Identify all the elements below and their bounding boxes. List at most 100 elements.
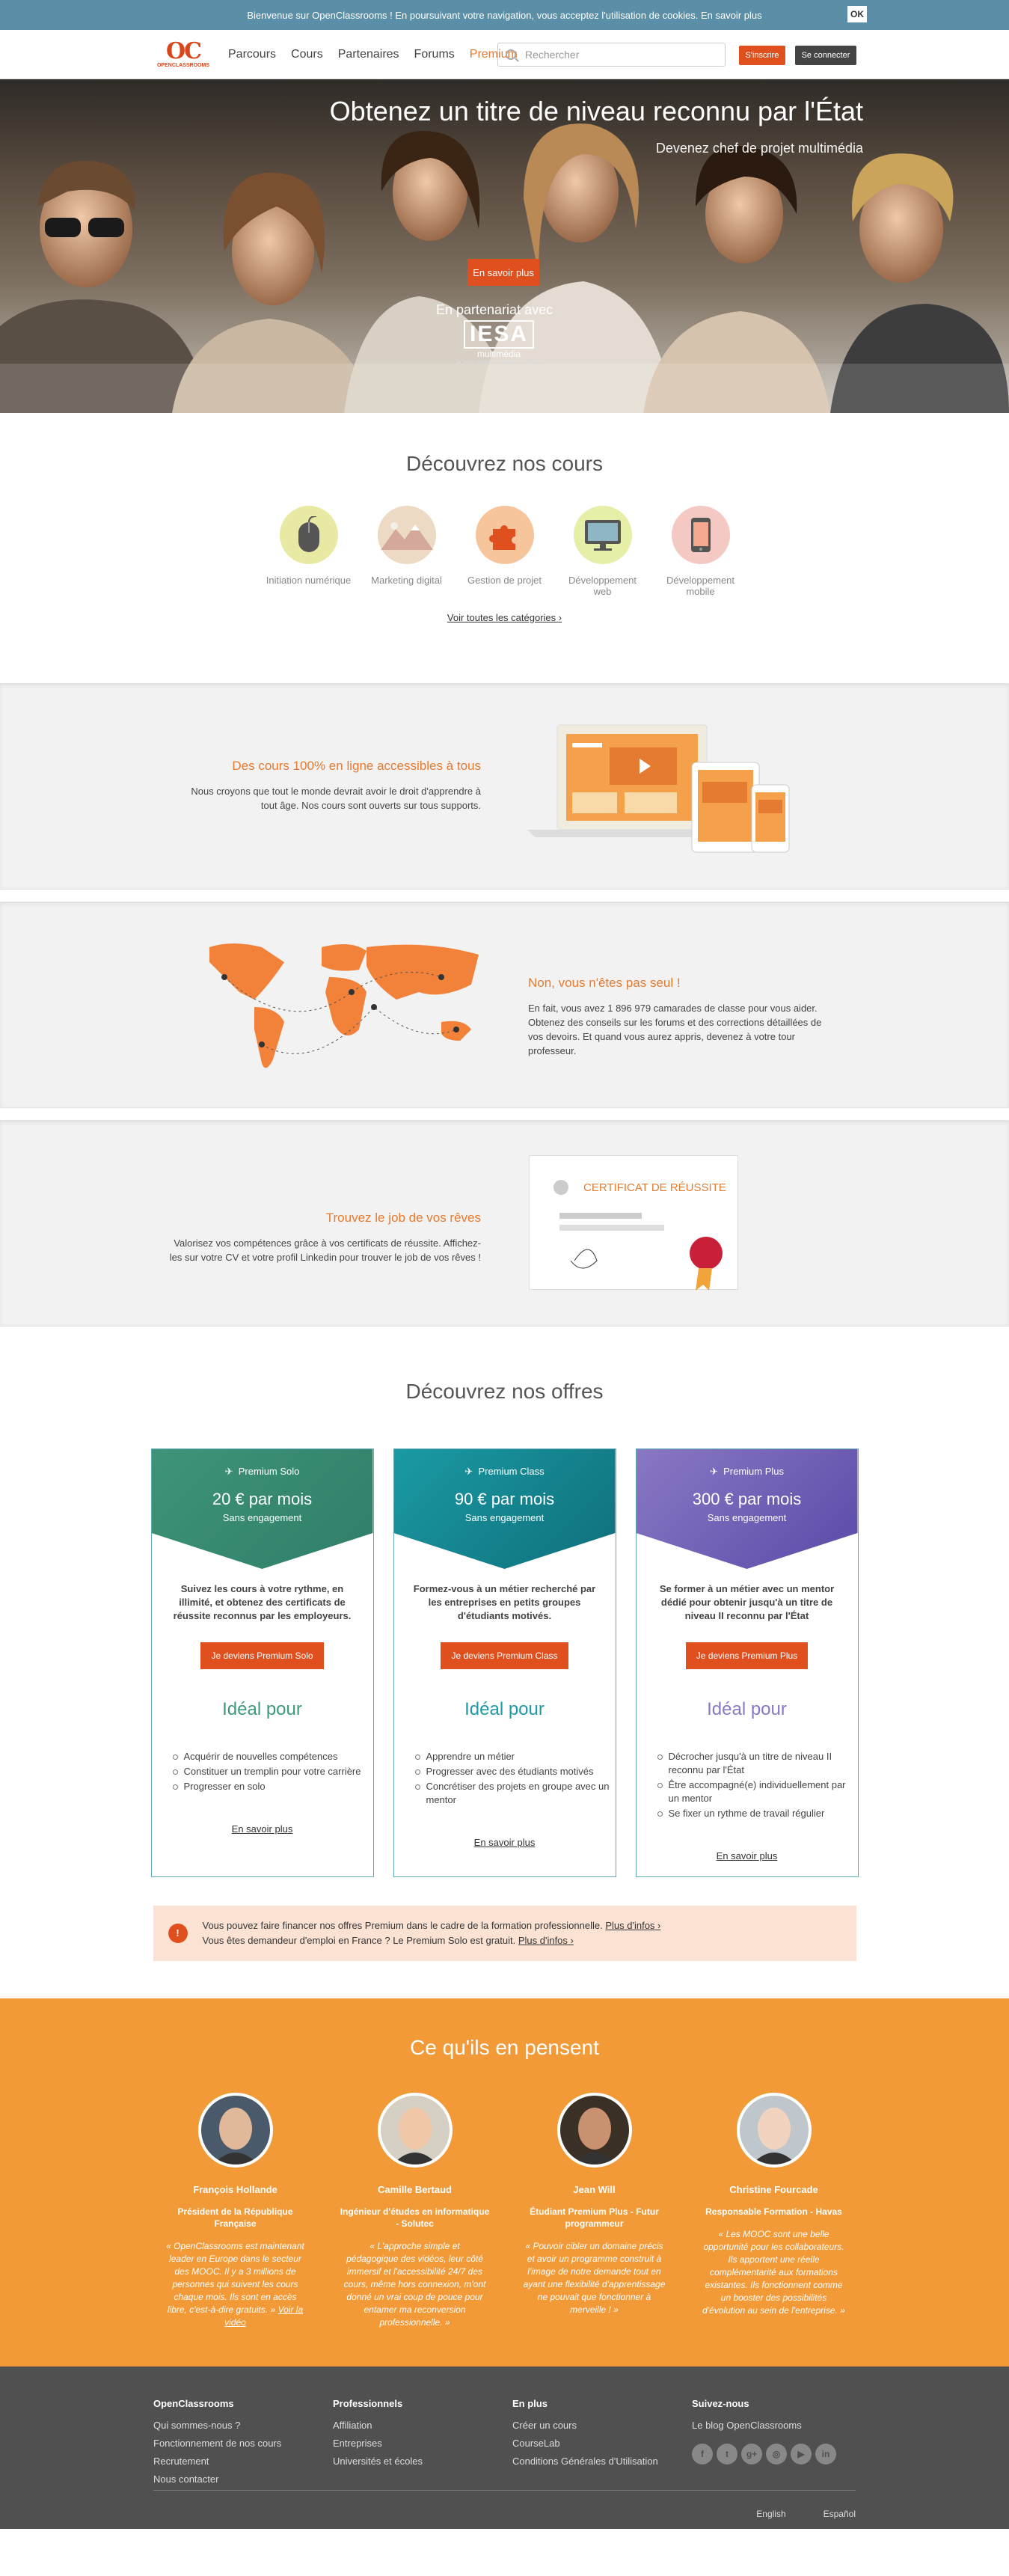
- footer-divider: [153, 2490, 856, 2491]
- logo-text: OPENCLASSROOMS: [156, 63, 209, 68]
- footer-column: Professionnels Affiliation Entreprises Univ…: [333, 2398, 512, 2488]
- testimonial-name: Jean Will: [573, 2184, 616, 2195]
- offer-benefit-list: Apprendre un métier Progresser avec des é…: [414, 1750, 616, 1807]
- testimonial-list: François Hollande Président de la Républ…: [0, 2093, 1009, 2329]
- feature-job-text: Valorisez vos compétences grâce à vos ce…: [169, 1237, 481, 1263]
- offer-engagement: Sans engagement: [464, 1512, 545, 1523]
- social-icon[interactable]: in: [815, 2444, 836, 2465]
- offer-benefit: Progresser en solo: [172, 1780, 373, 1793]
- footer: OpenClassrooms Qui sommes-nous ? Fonctionn…: [0, 2367, 1009, 2529]
- feature-online-text: Nous croyons que tout le monde devrait a…: [191, 786, 481, 811]
- testimonial-card: Camille Bertaud Ingénieur d'études en in…: [325, 2093, 505, 2329]
- social-icon[interactable]: ▶: [791, 2444, 812, 2465]
- offer-benefit: Progresser avec des étudiants motivés: [414, 1765, 616, 1778]
- offer-learn-more-link[interactable]: En savoir plus: [152, 1823, 373, 1850]
- social-icon[interactable]: g+: [741, 2444, 762, 2465]
- offer-benefit: Apprendre un métier: [414, 1750, 616, 1763]
- category-item[interactable]: Développement web: [559, 506, 645, 597]
- testimonial-name: François Hollande: [193, 2184, 277, 2195]
- category-label: Gestion de projet: [467, 575, 542, 586]
- category-item[interactable]: Initiation numérique: [266, 506, 352, 597]
- footer-link[interactable]: Qui sommes-nous ?: [153, 2420, 240, 2431]
- offer-learn-more-link[interactable]: En savoir plus: [637, 1850, 858, 1876]
- footer-link[interactable]: Recrutement: [153, 2456, 209, 2467]
- offer-subscribe-button[interactable]: Je deviens Premium Solo: [200, 1642, 324, 1669]
- offer-learn-more-link[interactable]: En savoir plus: [394, 1837, 616, 1863]
- offer-name: ✈ Premium Class: [464, 1466, 545, 1477]
- bullet-icon: [414, 1754, 420, 1760]
- hero-title: Obtenez un titre de niveau reconnu par l…: [329, 96, 863, 126]
- phone-icon: [671, 506, 730, 564]
- logo-mark: OC: [165, 38, 202, 64]
- footer-column: Suivez-nous Le blog OpenClassrooms f t g+ ◎ ▶ i…: [692, 2398, 871, 2488]
- social-links: f t g+ ◎ ▶ in: [692, 2444, 871, 2465]
- footer-column: OpenClassrooms Qui sommes-nous ? Fonctionn…: [153, 2398, 333, 2488]
- category-label: Initiation numérique: [266, 575, 352, 586]
- social-icon[interactable]: ◎: [766, 2444, 787, 2465]
- testimonial-quote: « Les MOOC sont une belle opportunité po…: [702, 2229, 845, 2316]
- cookie-ok-button[interactable]: OK: [847, 6, 867, 22]
- category-item[interactable]: Gestion de projet: [461, 506, 548, 597]
- offer-card: ✈ Premium Solo 20 € par mois Sans engage…: [150, 1448, 374, 1877]
- offer-benefit: Constituer un tremplin pour votre carriè…: [172, 1765, 373, 1778]
- social-icon[interactable]: t: [717, 2444, 737, 2465]
- offer-ideal-heading: Idéal pour: [707, 1699, 787, 1719]
- feature-online-courses: Des cours 100% en ligne accessibles à to…: [0, 683, 1009, 890]
- offer-price: 90 € par mois: [454, 1490, 555, 1508]
- category-item[interactable]: Développement mobile: [657, 506, 743, 597]
- iesa-logo-text: IESA: [463, 320, 535, 349]
- avatar: [197, 2093, 273, 2167]
- nav-link-forums[interactable]: Forums: [414, 48, 455, 61]
- nav-link-partenaires[interactable]: Partenaires: [338, 48, 399, 61]
- plane-icon: ✈: [224, 1466, 233, 1477]
- lang-spanish-link[interactable]: Español: [824, 2509, 856, 2519]
- social-icon[interactable]: f: [692, 2444, 713, 2465]
- see-all-categories-link[interactable]: Voir toutes les catégories ›: [0, 612, 1009, 623]
- offer-header: ✈ Premium Plus 300 € par mois Sans engag…: [636, 1449, 858, 1569]
- lang-english-link[interactable]: English: [756, 2509, 785, 2519]
- offer-subscribe-button[interactable]: Je deviens Premium Plus: [685, 1642, 809, 1669]
- testimonial-name: Christine Fourcade: [729, 2184, 818, 2195]
- category-label: Marketing digital: [371, 575, 442, 586]
- jobseeker-more-link[interactable]: Plus d'infos ›: [518, 1935, 574, 1946]
- jobseeker-text: Vous êtes demandeur d'emploi en France ?…: [202, 1935, 516, 1946]
- offer-ideal-heading: Idéal pour: [222, 1699, 302, 1719]
- financing-more-link[interactable]: Plus d'infos ›: [605, 1920, 660, 1931]
- cookie-text: Bienvenue sur OpenClassrooms ! En poursu…: [247, 9, 762, 21]
- footer-link[interactable]: Le blog OpenClassrooms: [692, 2420, 802, 2431]
- see-all-label: Voir toutes les catégories: [447, 612, 556, 623]
- avatar: [736, 2093, 812, 2167]
- category-list: Initiation numérique Marketing digital G…: [0, 506, 1009, 597]
- footer-column-title: En plus: [512, 2398, 548, 2409]
- footer-link[interactable]: Affiliation: [333, 2420, 372, 2431]
- footer-link[interactable]: Conditions Générales d'Utilisation: [512, 2456, 658, 2467]
- offer-subscribe-button[interactable]: Je deviens Premium Class: [441, 1642, 568, 1669]
- footer-link[interactable]: Nous contacter: [153, 2473, 218, 2485]
- devices-illustration: [527, 724, 790, 853]
- puzzle-icon: [475, 506, 534, 564]
- footer-link[interactable]: CourseLab: [512, 2438, 560, 2449]
- category-label: Développement web: [568, 575, 637, 597]
- footer-link[interactable]: Créer un cours: [512, 2420, 577, 2431]
- footer-link[interactable]: Fonctionnement de nos cours: [153, 2438, 281, 2449]
- iesa-logo[interactable]: IESA multimédia la 1ère école multimédia…: [454, 320, 544, 366]
- openclassrooms-logo[interactable]: OC OPENCLASSROOMS: [153, 36, 213, 73]
- nav-link-cours[interactable]: Cours: [291, 48, 323, 61]
- footer-link[interactable]: Universités et écoles: [333, 2456, 423, 2467]
- login-button[interactable]: Se connecter: [795, 46, 856, 65]
- search-input[interactable]: Rechercher: [497, 43, 726, 67]
- offer-engagement: Sans engagement: [707, 1512, 787, 1523]
- feature-job: Trouvez le job de vos rêves Valorisez vo…: [0, 1120, 1009, 1327]
- hero-learn-more-button[interactable]: En savoir plus: [467, 259, 539, 286]
- offer-header: ✈ Premium Class 90 € par mois Sans engag…: [393, 1449, 616, 1569]
- offer-name: ✈ Premium Plus: [709, 1466, 785, 1477]
- offer-header: ✈ Premium Solo 20 € par mois Sans engage…: [151, 1449, 373, 1569]
- footer-link[interactable]: Entreprises: [333, 2438, 382, 2449]
- hero-banner: Obtenez un titre de niveau reconnu par l…: [0, 79, 1009, 413]
- category-item[interactable]: Marketing digital: [364, 506, 450, 597]
- offer-benefit: Concrétiser des projets en groupe avec u…: [414, 1780, 616, 1807]
- cookie-banner: Bienvenue sur OpenClassrooms ! En poursu…: [0, 0, 1009, 30]
- signup-button[interactable]: S'inscrire: [739, 46, 785, 65]
- nav-link-parcours[interactable]: Parcours: [228, 48, 276, 61]
- offer-benefit: Être accompagné(e) individuellement par …: [657, 1778, 858, 1805]
